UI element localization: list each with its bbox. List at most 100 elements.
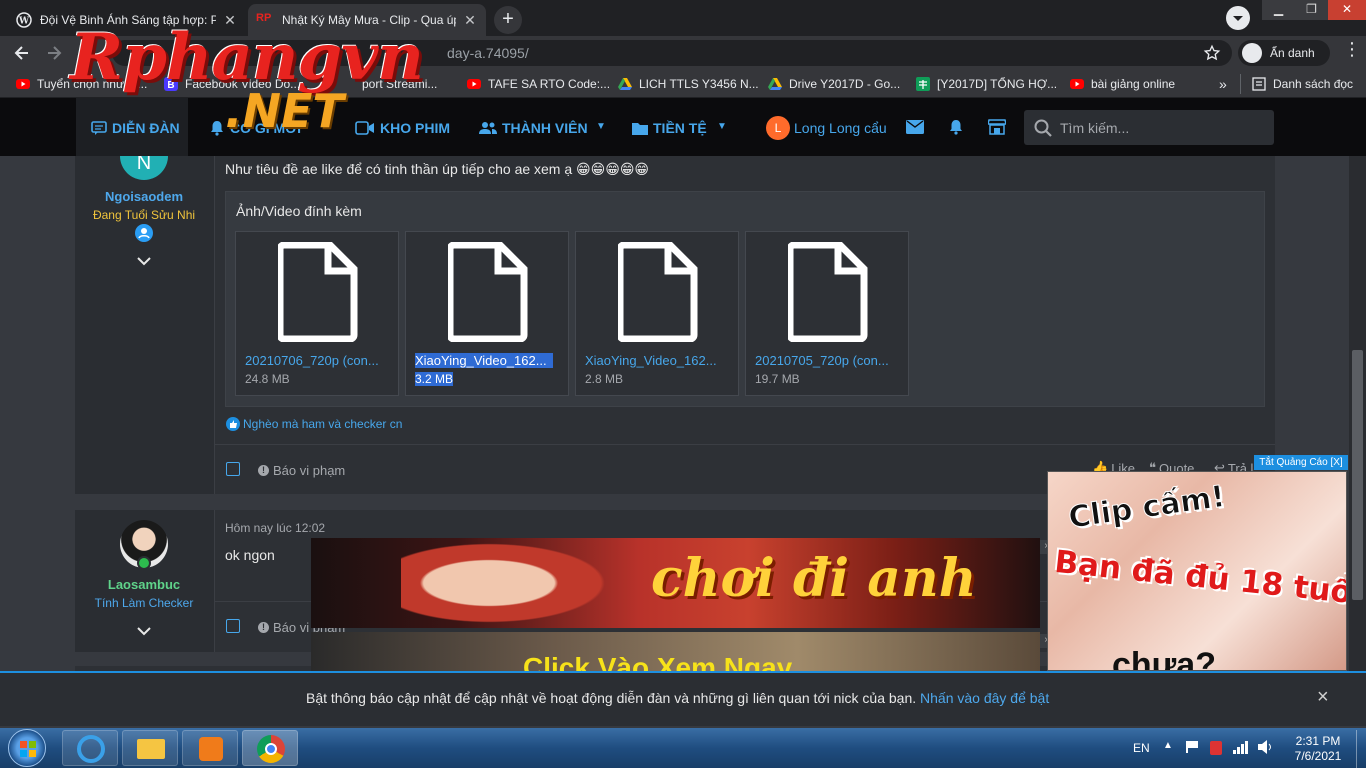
bell-icon[interactable] [948,119,964,135]
report-link[interactable]: ! Báo vi phạm [258,463,345,478]
ad-banner-bottom[interactable]: Click Vào Xem Ngay [311,632,1040,672]
divider [215,444,1275,445]
bookmarks-overflow-button[interactable]: » [1219,76,1227,92]
taskbar-clock[interactable]: 2:31 PM 7/6/2021 [1286,734,1350,764]
post-2-username[interactable]: Laosambuc [75,577,213,592]
file-icon [448,242,528,342]
envelope-icon[interactable] [906,120,924,134]
ad-figure [401,538,621,628]
star-icon[interactable] [1203,44,1221,62]
folder-icon [632,121,653,135]
chevron-down-icon[interactable]: ▼ [717,121,727,132]
youtube-icon [467,77,481,91]
attachment-size: 24.8 MB [245,372,290,386]
ad-side-line2: Bạn đã đủ 18 tuổi [1052,543,1347,613]
minimize-button[interactable]: ▁ [1262,0,1295,20]
attachment-1[interactable]: 20210706_720p (con... 24.8 MB [235,231,399,396]
store-icon[interactable] [988,119,1006,135]
ad-banner-top[interactable]: chơi đi anh [311,538,1040,628]
tray-expand-icon[interactable]: ▲ [1163,740,1173,751]
chevron-down-icon[interactable]: ▼ [596,121,606,132]
bookmark-item[interactable]: [Y2017D] TỔNG HỢ... [916,76,1057,92]
nav-members[interactable]: THÀNH VIÊN [479,118,588,138]
nav-movies[interactable]: KHO PHIM [355,118,450,138]
file-icon [788,242,868,342]
youtube-icon [16,77,30,91]
user-avatar[interactable]: L [766,116,790,140]
bookmark-item[interactable]: Drive Y2017D - Go... [768,76,900,92]
google-drive-icon [618,77,632,91]
language-indicator[interactable]: EN [1133,741,1150,755]
user-badge-icon [135,224,153,242]
notice-text: Bật thông báo cập nhật để cập nhật về ho… [306,690,1050,706]
tab-close-icon[interactable]: ✕ [462,12,478,28]
attachments-header: Ảnh/Video đính kèm [236,203,362,219]
attachment-name[interactable]: XiaoYing_Video_162... [415,353,553,368]
post-2-user-title: Tính Làm Checker [94,596,194,610]
internet-explorer-icon[interactable] [62,730,118,766]
select-checkbox[interactable] [226,619,240,633]
attachment-4[interactable]: 20210705_720p (con... 19.7 MB [745,231,909,396]
ad-banner-bottom-text: Click Vào Xem Ngay [523,652,793,672]
youtube-icon [1070,77,1084,91]
close-ads-button[interactable]: Tắt Quảng Cáo [X] [1254,455,1348,470]
attachment-name[interactable]: 20210706_720p (con... [245,353,391,368]
nav-username[interactable]: Long Long cẩu [794,120,887,136]
start-button[interactable] [8,729,46,767]
reading-list-button[interactable]: Danh sách đọc [1252,76,1353,92]
bookmark-item[interactable]: bài giảng online [1070,76,1175,92]
wordpress-icon: W [16,12,32,28]
site-logo-net: .NET [225,84,344,138]
back-arrow-icon[interactable] [12,43,32,63]
incognito-profile-button[interactable]: Ẩn danh [1238,40,1330,66]
show-desktop-button[interactable] [1356,730,1366,768]
menu-dots-icon[interactable]: ⋮ [1343,40,1361,58]
bookmark-item[interactable]: TAFE SA RTO Code:... [467,76,610,92]
post-1-user-column [75,156,215,494]
flag-icon[interactable] [1186,741,1200,753]
media-player-icon[interactable] [182,730,238,766]
post-1-text: Như tiêu đề ae like để có tinh thần úp t… [225,161,650,177]
scrollbar-thumb[interactable] [1352,350,1363,600]
profile-label: Ẩn danh [1270,46,1315,60]
file-explorer-icon[interactable] [122,730,178,766]
bookmark-item[interactable]: LICH TTLS Y3456 N... [618,76,759,92]
video-camera-icon [355,121,380,135]
notice-close-icon[interactable]: × [1317,686,1329,709]
incognito-icon [1242,43,1262,63]
window-close-button[interactable]: ✕ [1328,0,1366,20]
chrome-taskbar-icon[interactable] [242,730,298,766]
online-status-icon [137,556,151,570]
post-2-time[interactable]: Hôm nay lúc 12:02 [225,521,325,535]
tab-search-icon[interactable] [1226,6,1250,30]
attachment-2[interactable]: XiaoYing_Video_162... 3.2 MB [405,231,569,396]
attachment-name[interactable]: XiaoYing_Video_162... [585,353,731,368]
chevron-down-icon[interactable] [137,256,151,266]
enable-notifications-link[interactable]: Nhấn vào đây để bật [920,690,1049,706]
attachment-name[interactable]: 20210705_720p (con... [755,353,901,368]
users-icon [479,121,502,135]
ad-side-banner[interactable]: Clip cấm! Bạn đã đủ 18 tuổi chưa? [1047,471,1347,671]
post-1-username[interactable]: Ngoisaodem [75,189,213,204]
volume-icon[interactable] [1258,740,1274,754]
attachment-size: 2.8 MB [585,372,624,386]
attachment-3[interactable]: XiaoYing_Video_162... 2.8 MB [575,231,739,396]
forum-search-input[interactable]: Tìm kiếm... [1024,110,1274,145]
divider [1240,74,1241,94]
nav-forums[interactable]: DIỄN ĐÀN [91,118,180,138]
maximize-button[interactable]: ❐ [1295,0,1328,20]
ad-side-line1: Clip cấm! [1066,479,1228,537]
reading-list-icon [1252,77,1266,91]
post-1-user-title: Đang Tuổi Sửu Nhi [92,208,196,222]
new-tab-button[interactable]: + [494,6,522,34]
security-icon[interactable] [1210,741,1222,755]
select-checkbox[interactable] [226,462,240,476]
ad-banner-top-text: chơi đi anh [651,548,977,609]
nav-currency[interactable]: TIỀN TỆ [632,118,707,138]
chevron-down-icon[interactable] [137,626,151,636]
likes-summary[interactable]: Nghèo mà ham và checker cn [226,417,402,431]
attachment-size: 3.2 MB [415,372,454,386]
file-icon [278,242,358,342]
forward-arrow-icon[interactable] [44,43,64,63]
network-icon[interactable] [1233,740,1249,754]
